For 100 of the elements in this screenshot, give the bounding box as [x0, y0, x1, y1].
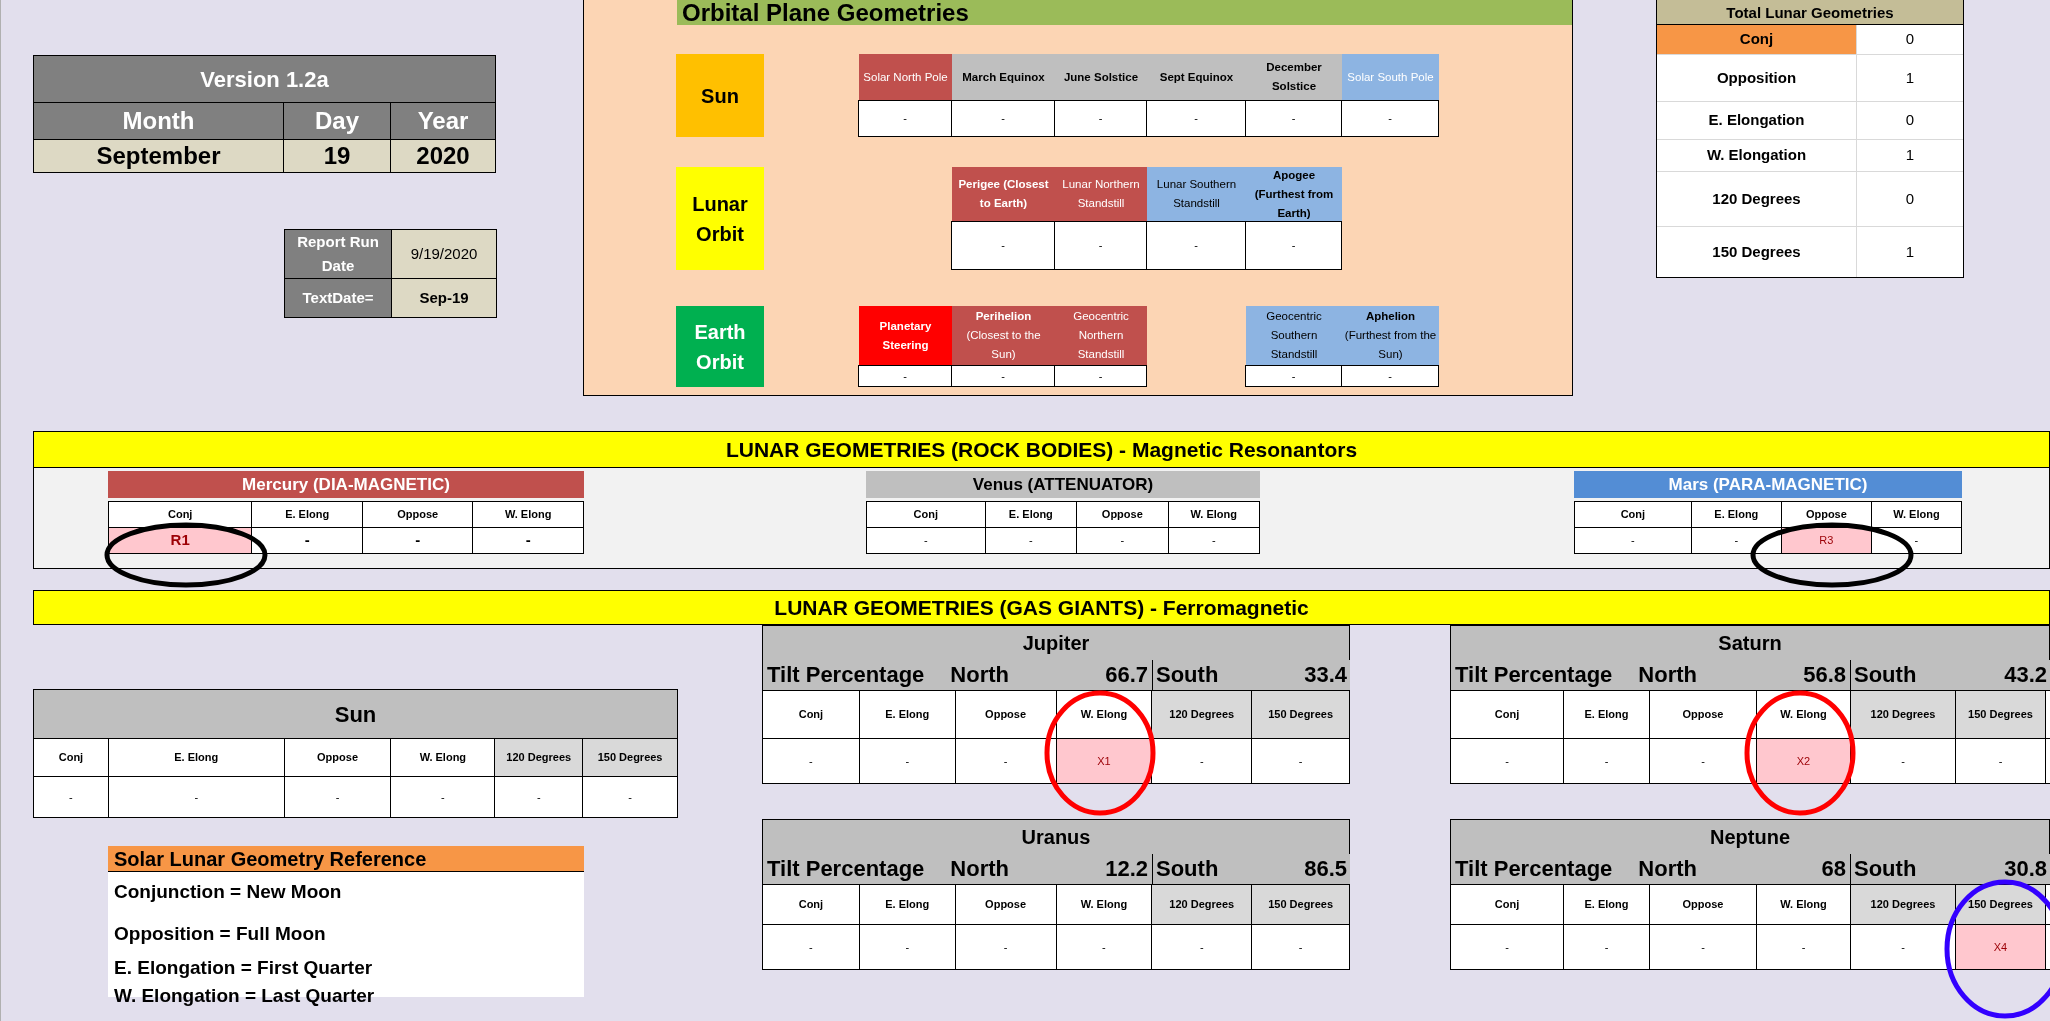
value-cell: - — [1146, 221, 1246, 270]
column-header: Conj — [867, 502, 986, 527]
planet-title: Saturn — [1450, 625, 2050, 660]
column-header: Apogee (Furthest from Earth) — [1246, 167, 1342, 221]
column-header: Day — [284, 103, 391, 139]
report-label: TextDate= — [285, 279, 392, 317]
column-header: E. Elong — [1691, 502, 1782, 527]
value-cell: - — [858, 365, 952, 387]
total-value: 1 — [1904, 145, 1916, 166]
column-header: 120 Degrees — [1851, 691, 1956, 738]
column-header: Perihelion (Closest to the Sun) — [952, 306, 1055, 365]
tilt-label: Tilt Percentage — [1455, 661, 1613, 689]
total-value: 0 — [1904, 29, 1916, 50]
column-header: Solar South Pole — [1342, 54, 1439, 100]
panel-title: Orbital Plane Geometries — [677, 0, 1572, 25]
reference-line: E. Elongation = First Quarter — [113, 956, 374, 980]
south-label: South — [1854, 661, 1917, 689]
planet-title: Neptune — [1450, 819, 2050, 854]
column-header: 120 Degrees — [1152, 691, 1253, 738]
value-cell: - — [951, 100, 1055, 137]
north-value: 66.7 — [1105, 661, 1148, 689]
value-cell: - — [858, 100, 952, 137]
column-header: 150 Degrees — [1252, 691, 1350, 738]
south-value: 43.2 — [2004, 661, 2047, 689]
column-header: 120 Degrees — [495, 739, 584, 776]
column-header: March Equinox — [952, 54, 1055, 100]
reference-line: Opposition = Full Moon — [113, 922, 327, 946]
column-header: Lunar Southern Standstill — [1147, 167, 1246, 221]
column-header: W. Elong — [473, 502, 584, 527]
value-cell: - — [1146, 100, 1246, 137]
column-header: Conj — [1575, 502, 1692, 527]
value-cell: - — [1054, 100, 1147, 137]
version-title: Version 1.2a — [34, 56, 495, 103]
column-header: Aphelion (Furthest from the Sun) — [1342, 306, 1439, 365]
planet-title: Jupiter — [762, 625, 1350, 660]
section-header: LUNAR GEOMETRIES (ROCK BODIES) - Magnetic Resonantors — [33, 431, 2050, 468]
column-header: W. Elong — [1168, 502, 1260, 527]
total-value: 0 — [1904, 110, 1916, 131]
value-cell: - — [1054, 221, 1147, 270]
column-header: Geocentric Southern Standstill — [1246, 306, 1342, 365]
column-header: June Solstice — [1055, 54, 1147, 100]
column-header: 150 Degrees — [1252, 885, 1350, 924]
south-label: South — [1854, 855, 1917, 883]
column-header: 120 Degrees — [1152, 885, 1253, 924]
tilt-label: Tilt Percentage — [767, 855, 925, 883]
value-cell: - — [1341, 365, 1439, 387]
reference-line: W. Elongation = Last Quarter — [113, 984, 376, 1008]
column-header: Oppose — [362, 502, 474, 527]
total-label: Conj — [1657, 25, 1857, 54]
column-header: Oppose — [1077, 502, 1169, 527]
value-cell: 19 — [284, 140, 391, 172]
north-label: North — [950, 855, 1009, 883]
south-label: South — [1156, 855, 1219, 883]
north-value: 12.2 — [1105, 855, 1148, 883]
value-cell: - — [951, 365, 1055, 387]
column-header: 150 Degrees — [583, 739, 678, 776]
row-label: Lunar Orbit — [676, 167, 764, 270]
value-cell: September — [34, 140, 284, 172]
row-label: Earth Orbit — [676, 306, 764, 387]
planet-title: Sun — [33, 689, 678, 738]
column-header: Solar North Pole — [859, 54, 952, 100]
table-title: Total Lunar Geometries — [1657, 0, 1963, 25]
total-value: 1 — [1904, 67, 1916, 88]
value-cell: - — [1341, 100, 1439, 137]
value-cell: - — [951, 221, 1055, 270]
column-header: E. Elong — [985, 502, 1078, 527]
report-label: Report Run Date — [285, 230, 392, 278]
value-cell: - — [1245, 100, 1342, 137]
north-label: North — [950, 661, 1009, 689]
row-label: Sun — [676, 54, 764, 137]
column-header: Perigee (Closest to Earth) — [952, 167, 1055, 221]
reference-line: Conjunction = New Moon — [113, 880, 343, 904]
column-header: Oppose — [1781, 502, 1872, 527]
north-value: 68 — [1821, 855, 1846, 883]
value-cell: - — [1054, 365, 1147, 387]
column-header: Lunar Northern Standstill — [1055, 167, 1147, 221]
planet-title: Mercury (DIA-MAGNETIC) — [108, 471, 584, 498]
column-header: Month — [34, 103, 284, 139]
report-value: Sep-19 — [392, 279, 496, 317]
south-label: South — [1156, 661, 1219, 689]
south-value: 86.5 — [1304, 855, 1347, 883]
planet-title: Uranus — [762, 819, 1350, 854]
value-cell: - — [1245, 221, 1342, 270]
column-header: Sept Equinox — [1147, 54, 1246, 100]
column-header: 120 Degrees — [1851, 885, 1956, 924]
tilt-label: Tilt Percentage — [1455, 855, 1613, 883]
total-value: 0 — [1904, 188, 1916, 209]
planet-title: Venus (ATTENUATOR) — [866, 471, 1260, 498]
tilt-label: Tilt Percentage — [767, 661, 925, 689]
section-header: LUNAR GEOMETRIES (GAS GIANTS) - Ferromagnetic — [33, 590, 2050, 625]
column-header: Geocentric Northern Standstill — [1055, 306, 1147, 365]
north-label: North — [1638, 855, 1697, 883]
column-header: W. Elong — [1871, 502, 1962, 527]
column-header: E. Elong — [252, 502, 363, 527]
column-header: 150 Degrees — [1956, 691, 2046, 738]
north-value: 56.8 — [1803, 661, 1846, 689]
reference-title: Solar Lunar Geometry Reference — [108, 846, 584, 872]
column-header: December Solstice — [1246, 54, 1342, 100]
column-header: Conj — [109, 502, 253, 527]
total-value: 1 — [1904, 241, 1916, 262]
